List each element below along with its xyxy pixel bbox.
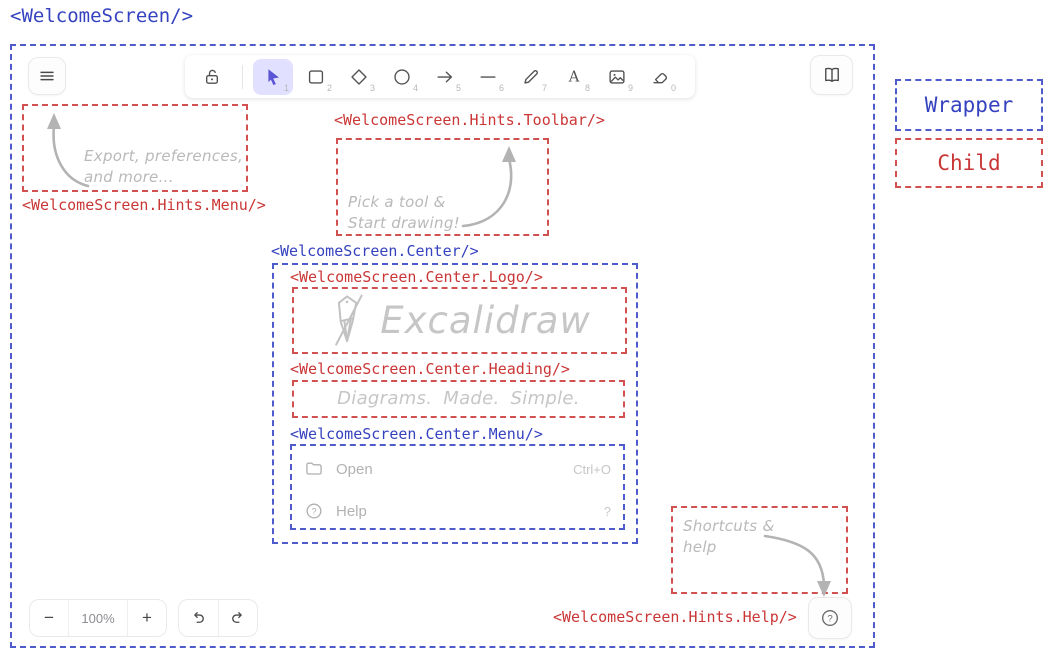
tool-shortcut-number: 4 bbox=[413, 83, 418, 93]
center-logo-label: <WelcomeScreen.Center.Logo/> bbox=[290, 268, 543, 286]
center-heading-label: <WelcomeScreen.Center.Heading/> bbox=[290, 360, 570, 378]
welcome-screen-label: <WelcomeScreen/> bbox=[10, 5, 193, 27]
hint-menu-text: Export, preferences, and more... bbox=[84, 146, 243, 188]
zoom-in-button[interactable]: + bbox=[128, 600, 166, 636]
tool-shortcut-number: 8 bbox=[585, 83, 590, 93]
hint-toolbar-text: Pick a tool & Start drawing! bbox=[348, 192, 460, 234]
toolbar-island: 1 2 3 4 5 bbox=[185, 55, 695, 98]
image-icon bbox=[606, 66, 628, 88]
question-circle-icon: ? bbox=[819, 607, 841, 629]
rectangle-tool-button[interactable]: 2 bbox=[296, 59, 336, 95]
svg-text:A: A bbox=[568, 68, 580, 85]
eraser-tool-button[interactable]: 0 bbox=[640, 59, 680, 95]
tool-shortcut-number: 2 bbox=[327, 83, 332, 93]
svg-text:?: ? bbox=[311, 506, 316, 516]
text-icon: A bbox=[563, 66, 585, 88]
zoom-controls: − 100% + bbox=[29, 599, 167, 637]
tool-shortcut-number: 5 bbox=[456, 83, 461, 93]
ellipse-icon bbox=[391, 66, 413, 88]
arrow-icon bbox=[434, 66, 456, 88]
hint-arrow-down-icon bbox=[760, 524, 840, 604]
menu-item-label: Open bbox=[336, 461, 373, 478]
excalidraw-logo-text: Excalidraw bbox=[380, 299, 590, 342]
zoom-out-button[interactable]: − bbox=[30, 600, 68, 636]
selection-cursor-icon bbox=[262, 66, 284, 88]
legend-wrapper-label: Wrapper bbox=[925, 93, 1014, 117]
rectangle-icon bbox=[305, 66, 327, 88]
legend-child-label: Child bbox=[937, 151, 1000, 175]
line-tool-button[interactable]: 6 bbox=[468, 59, 508, 95]
menu-item-shortcut: ? bbox=[604, 504, 611, 519]
zoom-level[interactable]: 100% bbox=[68, 600, 128, 636]
help-button[interactable]: ? bbox=[808, 597, 852, 639]
folder-icon bbox=[304, 459, 324, 479]
center-heading-text: Diagrams. Made. Simple. bbox=[337, 386, 580, 411]
undo-button[interactable] bbox=[179, 600, 218, 636]
menu-item-label: Help bbox=[336, 503, 367, 520]
diamond-icon bbox=[348, 66, 370, 88]
undo-icon bbox=[188, 608, 208, 628]
question-circle-icon: ? bbox=[304, 501, 324, 521]
hints-help-label: <WelcomeScreen.Hints.Help/> bbox=[553, 608, 797, 626]
ellipse-tool-button[interactable]: 4 bbox=[382, 59, 422, 95]
draw-tool-button[interactable]: 7 bbox=[511, 59, 551, 95]
svg-text:?: ? bbox=[827, 613, 832, 624]
legend-child-box: Child bbox=[895, 138, 1043, 188]
redo-button[interactable] bbox=[218, 600, 257, 636]
menu-item-help[interactable]: ? Help ? bbox=[304, 494, 611, 528]
image-tool-button[interactable]: 9 bbox=[597, 59, 637, 95]
center-label: <WelcomeScreen.Center/> bbox=[271, 242, 479, 260]
pencil-icon bbox=[520, 66, 542, 88]
menu-item-shortcut: Ctrl+O bbox=[573, 462, 611, 477]
hint-arrow-up-icon bbox=[455, 142, 535, 232]
line-icon bbox=[477, 66, 499, 88]
tool-shortcut-number: 6 bbox=[499, 83, 504, 93]
toolbar-divider bbox=[242, 65, 243, 89]
hamburger-icon bbox=[36, 65, 58, 87]
book-icon bbox=[821, 64, 843, 86]
diamond-tool-button[interactable]: 3 bbox=[339, 59, 379, 95]
tool-shortcut-number: 3 bbox=[370, 83, 375, 93]
tool-shortcut-number: 7 bbox=[542, 83, 547, 93]
lock-icon bbox=[201, 66, 223, 88]
center-menu-outline: Open Ctrl+O ? Help ? bbox=[290, 444, 625, 530]
tool-shortcut-number: 1 bbox=[284, 83, 289, 93]
welcome-screen-doc: <WelcomeScreen/> 1 2 bbox=[0, 0, 1053, 661]
arrow-tool-button[interactable]: 5 bbox=[425, 59, 465, 95]
library-button[interactable] bbox=[810, 55, 853, 95]
lock-tool-button[interactable] bbox=[192, 59, 232, 95]
redo-icon bbox=[228, 608, 248, 628]
main-menu-button[interactable] bbox=[28, 57, 66, 95]
hints-menu-label: <WelcomeScreen.Hints.Menu/> bbox=[22, 196, 266, 214]
tool-shortcut-number: 0 bbox=[671, 83, 676, 93]
center-menu-label: <WelcomeScreen.Center.Menu/> bbox=[290, 425, 543, 443]
hints-toolbar-label: <WelcomeScreen.Hints.Toolbar/> bbox=[334, 111, 605, 129]
undo-redo-controls bbox=[178, 599, 258, 637]
text-tool-button[interactable]: A 8 bbox=[554, 59, 594, 95]
eraser-icon bbox=[649, 66, 671, 88]
tool-shortcut-number: 9 bbox=[628, 83, 633, 93]
excalidraw-logo-icon bbox=[328, 293, 368, 349]
legend-wrapper-box: Wrapper bbox=[895, 79, 1043, 131]
selection-tool-button[interactable]: 1 bbox=[253, 59, 293, 95]
menu-item-open[interactable]: Open Ctrl+O bbox=[304, 452, 611, 486]
center-logo-outline: Excalidraw bbox=[292, 287, 627, 354]
center-heading-outline: Diagrams. Made. Simple. bbox=[292, 380, 625, 418]
